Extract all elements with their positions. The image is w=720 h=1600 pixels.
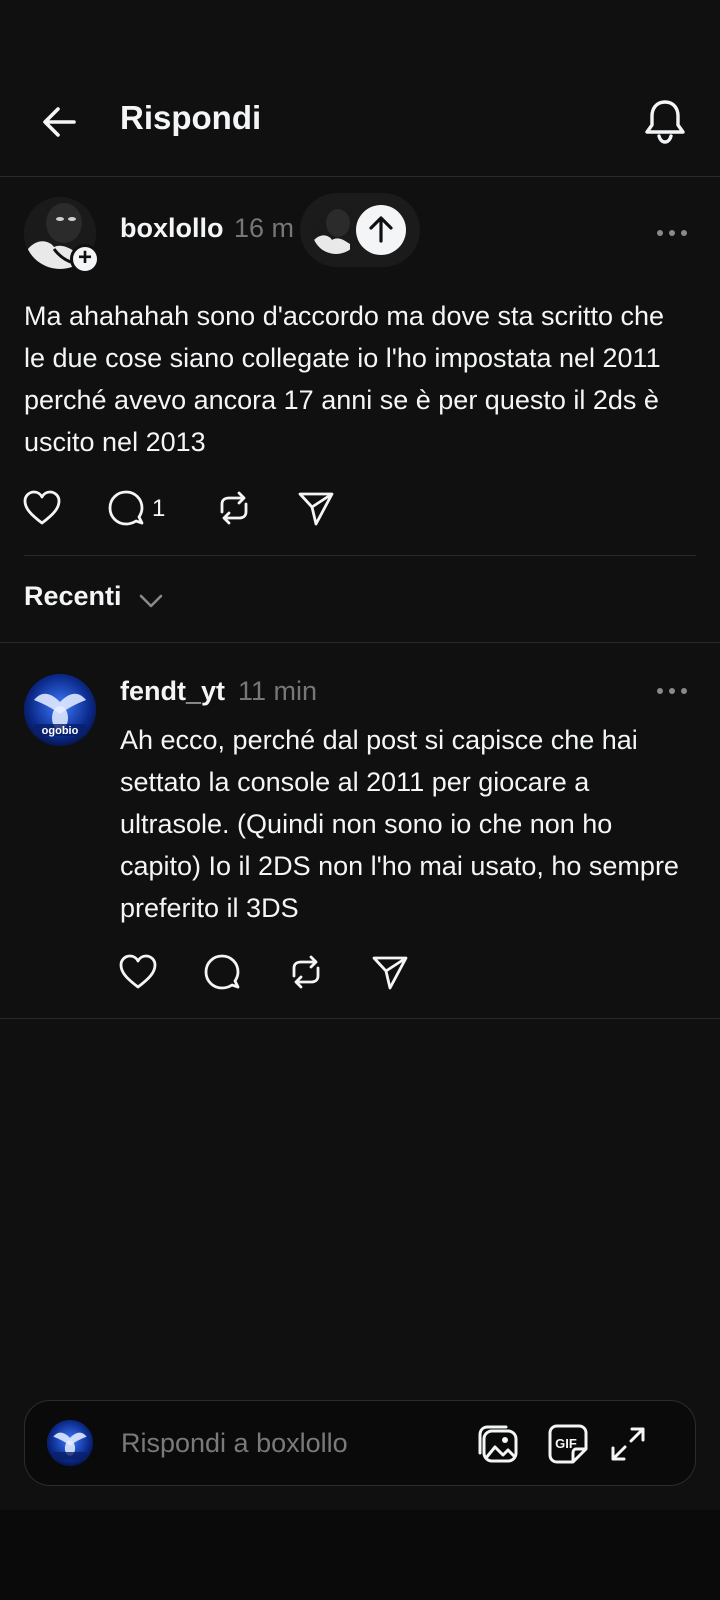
heart-icon: [23, 490, 61, 525]
gallery-icon: [478, 1425, 518, 1463]
svg-text:GIF: GIF: [555, 1436, 577, 1451]
reply-share-button[interactable]: [370, 952, 410, 992]
share-button[interactable]: [296, 488, 336, 528]
reply-input-placeholder[interactable]: Rispondi a boxlollo: [121, 1428, 348, 1459]
send-icon: [372, 956, 408, 990]
comment-bubble-icon: [204, 954, 240, 990]
like-button[interactable]: [22, 488, 62, 528]
page-title: Rispondi: [120, 99, 262, 136]
send-icon: [298, 492, 334, 526]
post-divider: [24, 555, 696, 556]
pill-avatar: [312, 206, 360, 254]
system-nav-bar: [0, 1510, 720, 1600]
notifications-button[interactable]: [640, 96, 690, 146]
repost-icon: [220, 491, 248, 525]
pill-avatar-image: [312, 206, 360, 254]
reply-username[interactable]: fendt_yt: [120, 676, 225, 707]
gallery-button[interactable]: [475, 1421, 521, 1467]
reply-avatar-image: ogobio: [24, 674, 96, 746]
arrow-left-icon: [43, 107, 76, 137]
heart-icon: [119, 954, 157, 989]
post-body: Ma ahahahah sono d'accordo ma dove sta s…: [24, 301, 665, 457]
header-divider: [0, 176, 720, 177]
comment-button[interactable]: [106, 488, 146, 528]
more-horizontal-icon: [657, 230, 687, 236]
reply-body: Ah ecco, perché dal post si capisce che …: [120, 725, 679, 923]
gif-icon: GIF: [548, 1424, 588, 1464]
chevron-down-icon: [139, 594, 163, 608]
reply-more-button[interactable]: [654, 684, 690, 698]
top-bar: Rispondi: [0, 0, 720, 176]
gif-button[interactable]: GIF: [545, 1421, 591, 1467]
post-more-button[interactable]: [654, 226, 690, 240]
expand-icon: [611, 1427, 645, 1461]
expand-button[interactable]: [605, 1421, 651, 1467]
post-username[interactable]: boxlollo: [120, 213, 224, 244]
svg-text:ogobio: ogobio: [42, 725, 79, 737]
bell-icon: [645, 100, 685, 144]
reply-like-button[interactable]: [118, 952, 158, 992]
sort-label[interactable]: Recenti: [24, 581, 122, 612]
back-button[interactable]: [38, 100, 82, 144]
repost-icon: [292, 955, 320, 989]
comment-count: 1: [152, 495, 166, 522]
sort-divider: [0, 642, 720, 643]
follow-plus-button[interactable]: +: [70, 244, 100, 274]
arrow-up-icon: [369, 216, 393, 243]
reply-repost-button[interactable]: [286, 952, 326, 992]
composer-avatar-image: [47, 1420, 93, 1466]
arrow-up-button[interactable]: [356, 205, 406, 255]
more-horizontal-icon: [657, 688, 687, 694]
reply-comment-button[interactable]: [202, 952, 242, 992]
scroll-to-top-pill[interactable]: [300, 193, 420, 267]
composer-avatar: [47, 1420, 93, 1466]
repost-button[interactable]: [214, 488, 254, 528]
reply-time: 11 min: [238, 676, 318, 706]
reply-avatar[interactable]: ogobio: [24, 674, 96, 746]
reply-divider: [0, 1018, 720, 1019]
sort-dropdown[interactable]: [137, 588, 165, 612]
post-time: 16 m: [234, 213, 295, 243]
reply-composer[interactable]: Rispondi a boxlollo GIF: [24, 1400, 696, 1486]
comment-bubble-icon: [108, 490, 144, 526]
